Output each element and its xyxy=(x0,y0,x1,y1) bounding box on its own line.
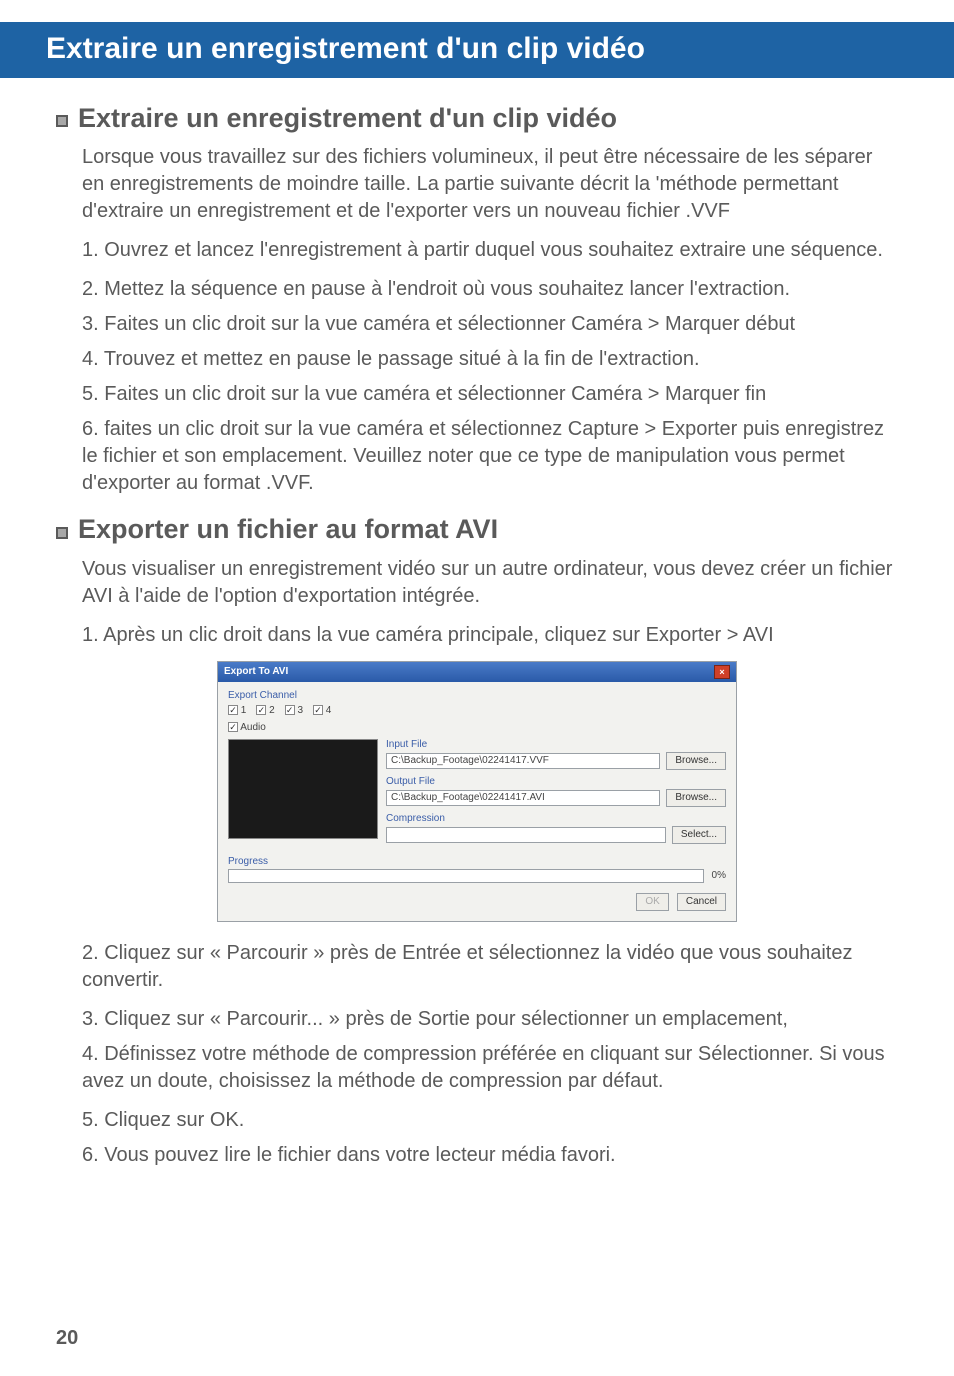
progress-percent: 0% xyxy=(712,870,726,881)
compression-select-button[interactable]: Select... xyxy=(672,826,726,844)
output-file-label: Output File xyxy=(386,776,726,787)
progress-bar xyxy=(228,869,704,883)
section-1-title: Extraire un enregistrement d'un clip vid… xyxy=(78,102,617,134)
ok-button[interactable]: OK xyxy=(636,893,668,911)
section-2-step-6: 6. Vous pouvez lire le fichier dans votr… xyxy=(82,1142,898,1169)
cancel-button[interactable]: Cancel xyxy=(677,893,726,911)
section-1-step-5: 5. Faites un clic droit sur la vue camér… xyxy=(82,381,898,408)
compression-field[interactable] xyxy=(386,827,666,843)
section-2-intro: Vous visualiser un enregistrement vidéo … xyxy=(82,556,898,610)
compression-label: Compression xyxy=(386,813,726,824)
export-channel-label: Export Channel xyxy=(228,690,726,701)
export-channel-checkboxes: 1 2 3 4 xyxy=(228,705,726,716)
input-file-label: Input File xyxy=(386,739,726,750)
channel-4-checkbox[interactable] xyxy=(313,705,323,715)
bullet-icon xyxy=(56,527,68,539)
page-content: Extraire un enregistrement d'un clip vid… xyxy=(0,78,954,1169)
section-2-step-5: 5. Cliquez sur OK. xyxy=(82,1107,898,1134)
section-2-heading: Exporter un fichier au format AVI xyxy=(56,513,898,545)
page-banner: Extraire un enregistrement d'un clip vid… xyxy=(0,22,954,78)
section-1-step-3: 3. Faites un clic droit sur la vue camér… xyxy=(82,311,898,338)
bullet-icon xyxy=(56,115,68,127)
section-1-step-6: 6. faites un clic droit sur la vue camér… xyxy=(82,416,898,497)
section-1-step-4: 4. Trouvez et mettez en pause le passage… xyxy=(82,346,898,373)
input-browse-button[interactable]: Browse... xyxy=(666,752,726,770)
section-2-step-1: 1. Après un clic droit dans la vue camér… xyxy=(82,622,898,649)
input-file-field[interactable]: C:\Backup_Footage\02241417.VVF xyxy=(386,753,660,769)
export-dialog: Export To AVI × Export Channel 1 2 3 4 A… xyxy=(217,661,737,922)
channel-3-checkbox[interactable] xyxy=(285,705,295,715)
preview-box xyxy=(228,739,378,839)
page-number: 20 xyxy=(56,1327,78,1350)
close-icon[interactable]: × xyxy=(714,665,730,679)
progress-label: Progress xyxy=(228,856,726,867)
section-1-step-1: 1. Ouvrez et lancez l'enregistrement à p… xyxy=(82,237,898,264)
section-1-heading: Extraire un enregistrement d'un clip vid… xyxy=(56,102,898,134)
section-1-intro: Lorsque vous travaillez sur des fichiers… xyxy=(82,144,898,225)
channel-2-checkbox[interactable] xyxy=(256,705,266,715)
channel-1-checkbox[interactable] xyxy=(228,705,238,715)
audio-label: Audio xyxy=(240,722,266,733)
section-2-step-3: 3. Cliquez sur « Parcourir... » près de … xyxy=(82,1006,898,1033)
dialog-title-bar: Export To AVI × xyxy=(218,662,736,682)
output-file-field[interactable]: C:\Backup_Footage\02241417.AVI xyxy=(386,790,660,806)
output-browse-button[interactable]: Browse... xyxy=(666,789,726,807)
section-2-step-2: 2. Cliquez sur « Parcourir » près de Ent… xyxy=(82,940,898,994)
export-dialog-screenshot: Export To AVI × Export Channel 1 2 3 4 A… xyxy=(217,661,737,922)
section-1-step-2: 2. Mettez la séquence en pause à l'endro… xyxy=(82,276,898,303)
section-2-title: Exporter un fichier au format AVI xyxy=(78,513,498,545)
audio-checkbox[interactable] xyxy=(228,722,238,732)
section-2-step-4: 4. Définissez votre méthode de compressi… xyxy=(82,1041,898,1095)
dialog-title-text: Export To AVI xyxy=(224,666,288,677)
